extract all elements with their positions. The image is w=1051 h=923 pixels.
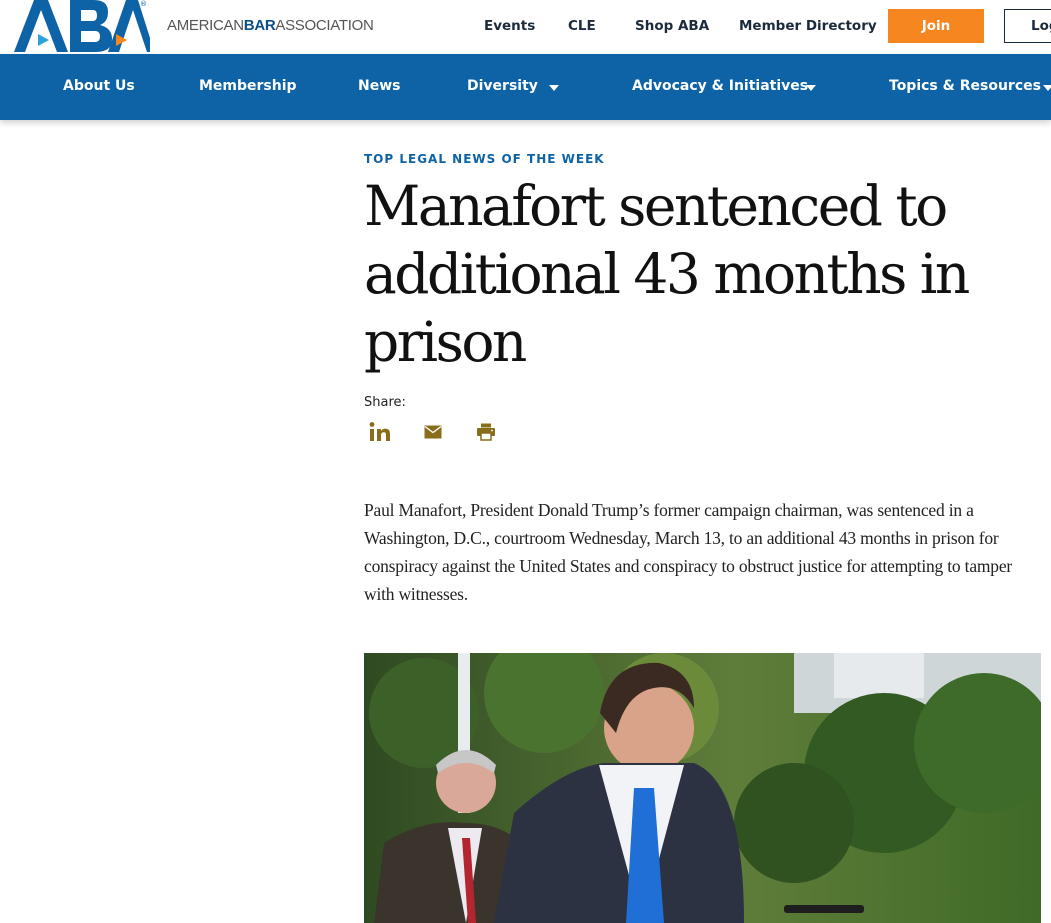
diversity-chevron-down-icon[interactable]	[549, 85, 559, 91]
nav-advocacy-initiatives[interactable]: Advocacy & Initiatives	[632, 78, 808, 94]
wordmark-association: ASSOCIATION	[275, 17, 374, 34]
article-lead-paragraph: Paul Manafort, President Donald Trump’s …	[364, 500, 1013, 604]
article-photo	[364, 653, 1041, 923]
main-nav: About Us Membership News Diversity Advoc…	[0, 54, 1051, 120]
wordmark-bar: BAR	[243, 17, 276, 34]
utility-bar: ® AMERICANBARASSOCIATION Events CLE Shop…	[0, 0, 1051, 54]
nav-topics-resources[interactable]: Topics & Resources	[889, 78, 1041, 94]
member-directory-link[interactable]: Member Directory	[739, 18, 877, 34]
share-label: Share:	[364, 395, 406, 410]
nav-diversity[interactable]: Diversity	[467, 78, 538, 94]
article-kicker[interactable]: TOP LEGAL NEWS OF THE WEEK	[364, 152, 605, 166]
login-button[interactable]: Log	[1004, 9, 1051, 43]
linkedin-icon[interactable]	[368, 420, 392, 444]
svg-text:®: ®	[140, 0, 147, 8]
nav-news[interactable]: News	[358, 78, 400, 94]
events-link[interactable]: Events	[484, 18, 535, 34]
print-icon[interactable]	[474, 420, 498, 444]
aba-logo[interactable]: ®	[12, 0, 150, 54]
join-button[interactable]: Join	[888, 9, 984, 43]
nav-about-us[interactable]: About Us	[63, 78, 135, 94]
cle-link[interactable]: CLE	[568, 18, 596, 34]
wordmark-american: AMERICAN	[167, 17, 244, 34]
advocacy-chevron-down-icon[interactable]	[806, 85, 816, 91]
email-icon[interactable]	[421, 420, 445, 444]
topics-chevron-down-icon[interactable]	[1043, 85, 1051, 91]
nav-membership[interactable]: Membership	[199, 78, 297, 94]
article-title: Manafort sentenced to additional 43 mont…	[364, 174, 970, 374]
shop-aba-link[interactable]: Shop ABA	[635, 18, 709, 34]
association-wordmark: AMERICANBARASSOCIATION	[167, 17, 374, 34]
photo-illustration	[364, 653, 1041, 923]
